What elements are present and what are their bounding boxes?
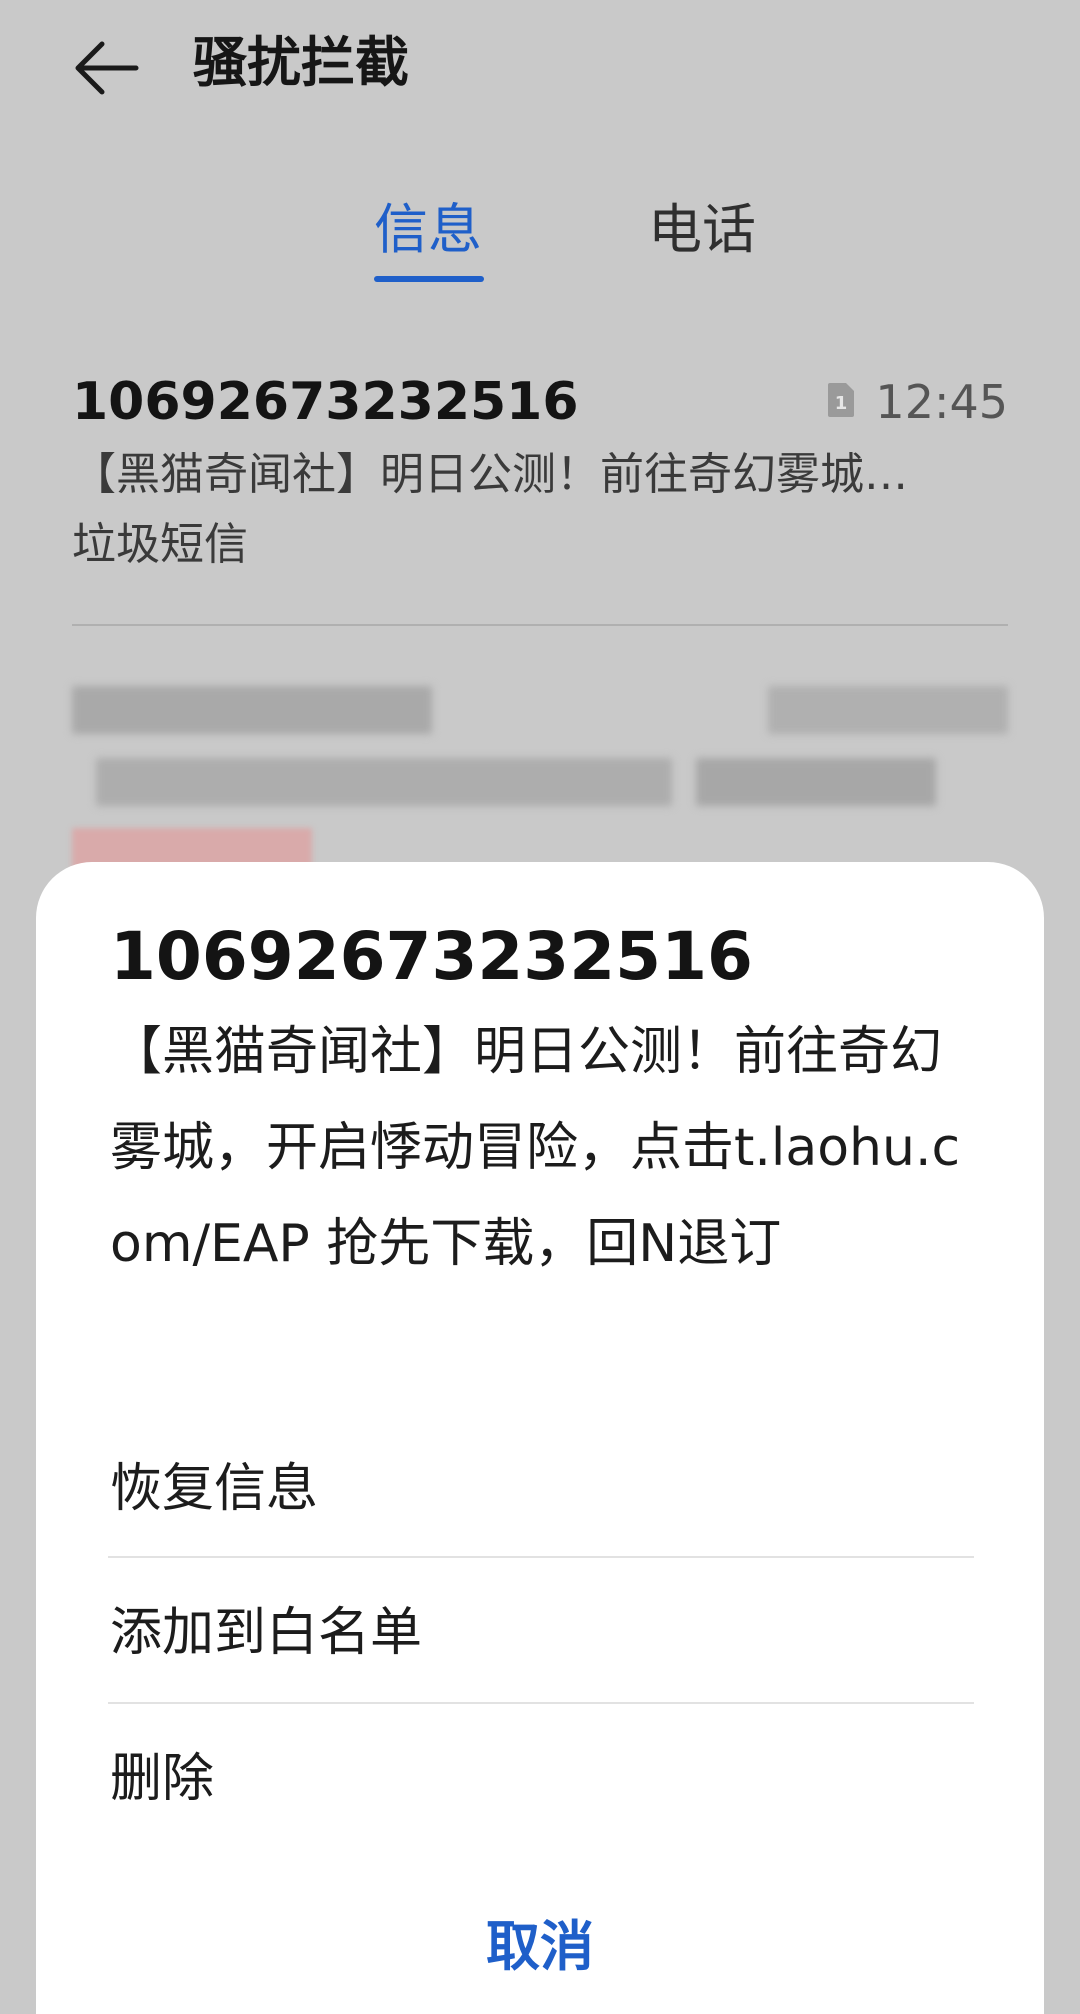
add-to-whitelist-button[interactable]: 添加到白名单 (110, 1560, 972, 1706)
delete-button[interactable]: 删除 (110, 1706, 972, 1852)
sheet-sender-number: 10692673232516 (110, 918, 753, 995)
option-divider (108, 1556, 974, 1558)
back-button[interactable] (66, 26, 150, 110)
tab-messages[interactable]: 信息 (374, 190, 482, 270)
redacted-block (696, 758, 936, 806)
sheet-message-body: 【黑猫奇闻社】明日公测！前往奇幻雾城，开启悸动冒险，点击t.laohu.com/… (110, 1022, 961, 1274)
redacted-block (72, 686, 432, 734)
svg-text:1: 1 (835, 393, 848, 414)
sim-card-1-icon: 1 (826, 381, 856, 419)
arrow-left-icon (75, 41, 139, 95)
message-time: 12:45 (875, 375, 1008, 429)
page-title: 骚扰拦截 (193, 31, 409, 94)
message-sender: 10692673232516 (72, 372, 579, 432)
list-divider (72, 624, 1008, 626)
tab-bar: 信息 电话 (0, 190, 1080, 290)
message-preview: 【黑猫奇闻社】明日公测！前往奇幻雾城… (72, 449, 908, 500)
restore-message-button[interactable]: 恢复信息 (110, 1416, 972, 1562)
cancel-button[interactable]: 取消 (36, 1902, 1044, 1992)
tab-calls[interactable]: 电话 (648, 190, 756, 270)
message-category-tag: 垃圾短信 (72, 519, 248, 570)
active-tab-indicator (374, 276, 484, 282)
top-app-bar: 骚扰拦截 (0, 0, 1080, 140)
list-item[interactable]: 10692673232516 1 12:45 【黑猫奇闻社】明日公测！前往奇幻雾… (72, 365, 1008, 625)
option-divider (108, 1702, 974, 1704)
redacted-block (96, 758, 672, 806)
redacted-block (768, 686, 1008, 734)
redacted-list-item[interactable] (72, 680, 1008, 870)
